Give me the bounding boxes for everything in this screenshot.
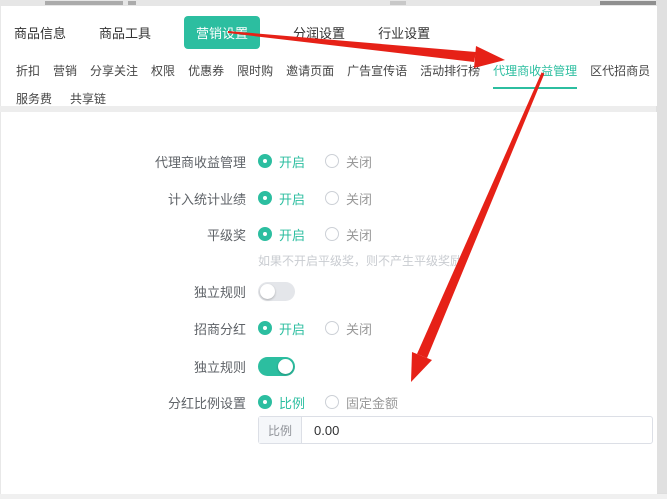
toggle-switch-on[interactable]: [258, 357, 295, 376]
form-row-independent-rule-2: 独立规则: [1, 356, 657, 376]
form-row-recruit-dividend: 招商分红 开启 关闭: [1, 318, 657, 338]
settings-form-panel: 代理商收益管理 开启 关闭 计入统计业绩 开启 关闭 平级奖: [0, 112, 657, 494]
radio-group: 开启 关闭: [258, 225, 372, 244]
radio-group: 开启 关闭: [258, 319, 372, 338]
radio-label: 关闭: [346, 189, 372, 208]
tab-flash-sale[interactable]: 限时购: [237, 62, 273, 87]
radio-checked-icon: [258, 227, 272, 241]
form-label: 独立规则: [1, 357, 258, 376]
ratio-input-group: 比例: [258, 416, 653, 444]
radio-label: 关闭: [346, 225, 372, 244]
radio-unchecked-icon: [325, 154, 339, 168]
radio-option-off[interactable]: 关闭: [325, 189, 372, 208]
radio-label: 开启: [279, 225, 305, 244]
tab-goods-tools[interactable]: 商品工具: [99, 23, 151, 42]
ratio-value-input[interactable]: [302, 417, 652, 443]
tab-ad-slogan[interactable]: 广告宣传语: [347, 62, 407, 87]
radio-label: 关闭: [346, 152, 372, 171]
radio-option-off[interactable]: 关闭: [325, 319, 372, 338]
radio-checked-icon: [258, 321, 272, 335]
radio-option-on[interactable]: 开启: [258, 225, 305, 244]
radio-unchecked-icon: [325, 191, 339, 205]
form-row-agent-income: 代理商收益管理 开启 关闭: [1, 151, 657, 171]
radio-option-ratio[interactable]: 比例: [258, 393, 305, 412]
radio-checked-icon: [258, 191, 272, 205]
radio-group: 开启 关闭: [258, 189, 372, 208]
artifact-mark: [45, 1, 123, 5]
tab-share-follow[interactable]: 分享关注: [90, 62, 138, 87]
radio-group: 比例 固定金额: [258, 393, 398, 412]
radio-unchecked-icon: [325, 395, 339, 409]
tab-activity-ranking[interactable]: 活动排行榜: [420, 62, 480, 87]
tab-industry-settings[interactable]: 行业设置: [378, 23, 430, 42]
tab-permission[interactable]: 权限: [151, 62, 175, 87]
radio-label: 开启: [279, 189, 305, 208]
primary-tab-bar: 商品信息 商品工具 营销设置 分润设置 行业设置: [14, 18, 430, 46]
radio-option-fixed-amount[interactable]: 固定金额: [325, 393, 398, 412]
input-prefix-label: 比例: [259, 417, 302, 443]
form-label: 独立规则: [1, 282, 258, 301]
tab-agent-income-management[interactable]: 代理商收益管理: [493, 62, 577, 89]
radio-option-off[interactable]: 关闭: [325, 225, 372, 244]
tab-profit-settings[interactable]: 分润设置: [293, 23, 345, 42]
tab-district-agent-recruiter[interactable]: 区代招商员: [590, 62, 650, 87]
form-row-count-performance: 计入统计业绩 开启 关闭: [1, 188, 657, 208]
tabs-panel: 商品信息 商品工具 营销设置 分润设置 行业设置 折扣 营销 分享关注 权限 优…: [0, 6, 657, 106]
switch-knob: [260, 284, 275, 299]
radio-label: 关闭: [346, 319, 372, 338]
form-label: 计入统计业绩: [1, 189, 258, 208]
radio-option-on[interactable]: 开启: [258, 319, 305, 338]
tab-discount[interactable]: 折扣: [16, 62, 40, 87]
radio-group: 开启 关闭: [258, 152, 372, 171]
page-right-gutter: [656, 0, 667, 499]
radio-option-on[interactable]: 开启: [258, 152, 305, 171]
toggle-switch-off[interactable]: [258, 282, 295, 301]
switch-knob: [278, 359, 293, 374]
form-label: 平级奖: [1, 225, 258, 244]
radio-label: 固定金额: [346, 393, 398, 412]
artifact-mark: [390, 1, 406, 5]
radio-checked-icon: [258, 395, 272, 409]
form-label: 分红比例设置: [1, 393, 258, 412]
form-row-independent-rule-1: 独立规则: [1, 281, 657, 301]
form-label: 代理商收益管理: [1, 152, 258, 171]
form-row-peer-bonus: 平级奖 开启 关闭: [1, 224, 657, 244]
radio-unchecked-icon: [325, 321, 339, 335]
secondary-tab-bar: 折扣 营销 分享关注 权限 优惠券 限时购 邀请页面 广告宣传语 活动排行榜 代…: [16, 62, 650, 89]
tab-coupon[interactable]: 优惠券: [188, 62, 224, 87]
tab-marketing-settings[interactable]: 营销设置: [184, 16, 260, 49]
form-row-dividend-ratio-setting: 分红比例设置 比例 固定金额: [1, 392, 657, 412]
tab-marketing[interactable]: 营销: [53, 62, 77, 87]
radio-option-on[interactable]: 开启: [258, 189, 305, 208]
radio-label: 比例: [279, 393, 305, 412]
radio-option-off[interactable]: 关闭: [325, 152, 372, 171]
tab-invite-page[interactable]: 邀请页面: [286, 62, 334, 87]
peer-bonus-hint: 如果不开启平级奖，则不产生平级奖励: [258, 252, 462, 269]
tab-goods-info[interactable]: 商品信息: [14, 23, 66, 42]
artifact-mark: [128, 1, 136, 5]
radio-checked-icon: [258, 154, 272, 168]
radio-unchecked-icon: [325, 227, 339, 241]
radio-label: 开启: [279, 152, 305, 171]
radio-label: 开启: [279, 319, 305, 338]
form-label: 招商分红: [1, 319, 258, 338]
